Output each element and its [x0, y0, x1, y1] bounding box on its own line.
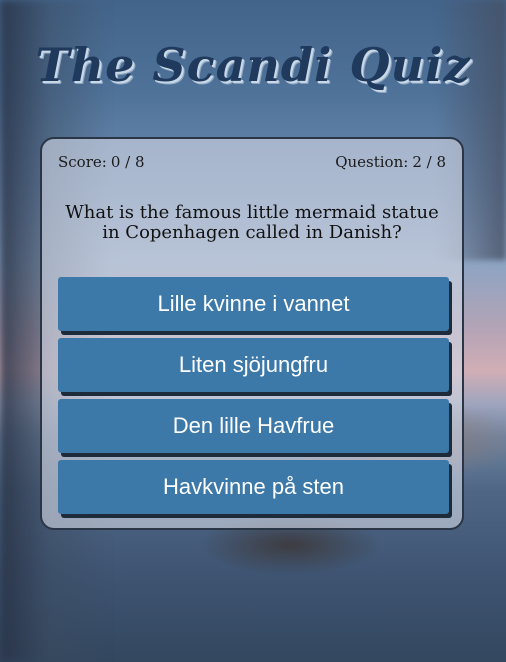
question-counter-value: 2 / 8 — [412, 153, 446, 171]
question-counter-label: Question: — [335, 153, 409, 171]
quiz-card: Score: 0 / 8 Question: 2 / 8 What is the… — [40, 137, 464, 530]
score-value: 0 / 8 — [110, 153, 145, 171]
page-title: The Scandi Quiz — [35, 38, 471, 92]
score-display: Score: 0 / 8 — [58, 153, 145, 171]
answer-list: Lille kvinne i vannet Liten sjöjungfru D… — [58, 277, 449, 521]
question-text: What is the famous little mermaid statue… — [65, 202, 439, 243]
answer-button[interactable]: Havkvinne på sten — [58, 460, 449, 514]
answer-button[interactable]: Lille kvinne i vannet — [58, 277, 449, 331]
question-counter: Question: 2 / 8 — [335, 153, 446, 171]
score-label: Score: — [58, 153, 107, 171]
answer-button[interactable]: Den lille Havfrue — [58, 399, 449, 453]
quiz-stats: Score: 0 / 8 Question: 2 / 8 — [58, 153, 446, 171]
answer-button[interactable]: Liten sjöjungfru — [58, 338, 449, 392]
